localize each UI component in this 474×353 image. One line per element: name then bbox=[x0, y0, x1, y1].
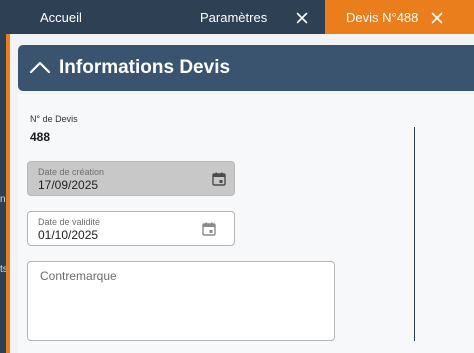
close-icon[interactable] bbox=[292, 8, 312, 28]
quote-number-label: N° de Devis bbox=[30, 114, 78, 124]
chevron-up-icon[interactable] bbox=[28, 57, 52, 77]
validity-date-field[interactable]: Date de validité 01/10/2025 bbox=[27, 211, 235, 246]
close-icon[interactable] bbox=[427, 8, 447, 28]
tab-devis-488-label: Devis N°488 bbox=[346, 9, 419, 25]
tab-parametres-label: Paramètres bbox=[200, 9, 268, 25]
section-title: Informations Devis bbox=[59, 57, 231, 78]
form-panel: N° de Devis 488 Date de création 17/09/2… bbox=[18, 94, 474, 353]
creation-date-field: Date de création 17/09/2025 bbox=[27, 161, 235, 196]
creation-date-value: 17/09/2025 bbox=[38, 178, 99, 192]
tab-bar: Accueil Paramètres Devis N°488 bbox=[0, 0, 474, 34]
creation-date-label: Date de création bbox=[38, 167, 105, 177]
calendar-icon[interactable] bbox=[202, 222, 216, 236]
section-header-informations-devis[interactable]: Informations Devis bbox=[18, 45, 474, 91]
counter-mark-textarea[interactable]: Contremarque bbox=[27, 261, 335, 341]
validity-date-value[interactable]: 01/10/2025 bbox=[38, 228, 98, 242]
column-divider bbox=[414, 127, 415, 341]
sidebar-cropped-text: n bbox=[0, 194, 6, 205]
counter-mark-placeholder: Contremarque bbox=[40, 269, 117, 283]
tab-accueil-label: Accueil bbox=[40, 9, 82, 25]
validity-date-label: Date de validité bbox=[38, 217, 101, 227]
tab-parametres[interactable]: Paramètres bbox=[200, 0, 267, 34]
calendar-icon bbox=[212, 172, 226, 186]
main-content: Informations Devis N° de Devis 488 Date … bbox=[10, 34, 474, 353]
tab-accueil[interactable]: Accueil bbox=[40, 0, 82, 34]
quote-number-value: 488 bbox=[30, 130, 51, 144]
tab-devis-488[interactable]: Devis N°488 bbox=[325, 0, 474, 34]
